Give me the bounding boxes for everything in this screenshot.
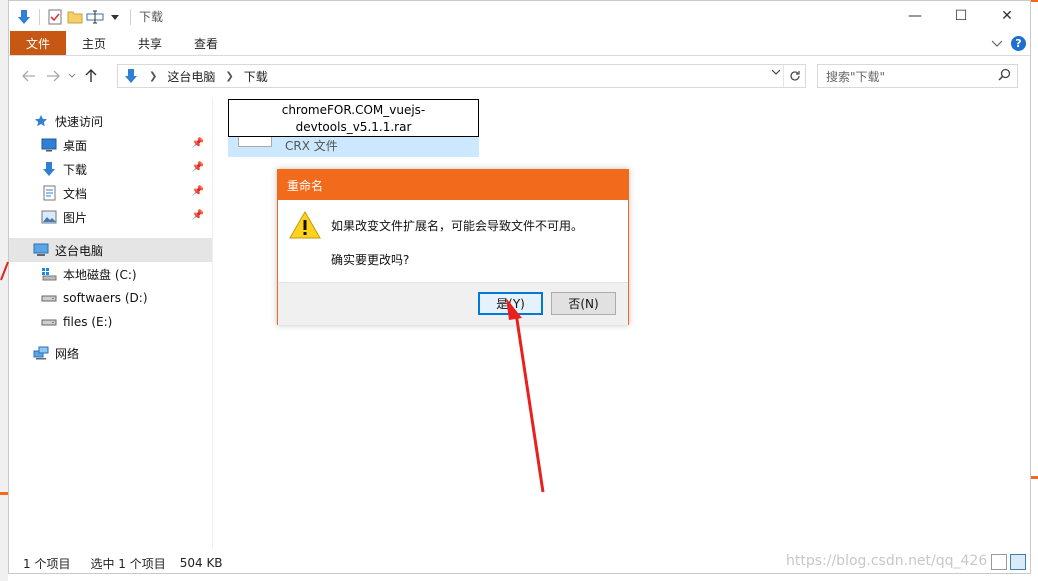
view-switcher	[991, 554, 1026, 570]
large-icons-view-icon[interactable]	[1010, 554, 1026, 570]
computer-icon	[33, 242, 49, 258]
nav-drive-e[interactable]: files (E:)	[9, 310, 212, 334]
document-icon	[41, 185, 57, 201]
tab-view[interactable]: 查看	[178, 31, 234, 55]
expand-ribbon-icon[interactable]	[991, 37, 1003, 51]
rename-input[interactable]: chromeFOR.COM_vuejs- devtools_v5.1.1.rar	[228, 99, 479, 137]
back-button[interactable]	[17, 64, 41, 88]
nav-drive-label: 本地磁盘 (C:)	[63, 267, 137, 282]
rename-text-line: devtools_v5.1.1.rar	[295, 120, 412, 134]
search-input[interactable]: 搜索"下载"	[817, 64, 1018, 88]
new-folder-icon[interactable]	[66, 8, 84, 26]
no-button[interactable]: 否(N)	[551, 292, 616, 315]
network-icon	[33, 345, 49, 361]
pin-icon[interactable]: 📌	[192, 138, 204, 149]
system-drive-icon	[41, 266, 57, 282]
nav-item-desktop[interactable]: 桌面 📌	[9, 133, 212, 157]
window-title: 下载	[139, 10, 164, 24]
breadcrumb-this-pc[interactable]: 这台电脑	[167, 68, 215, 85]
file-type: CRX 文件	[285, 139, 338, 153]
nav-network-label: 网络	[55, 346, 80, 361]
dialog-footer: 是(Y) 否(N)	[278, 282, 628, 325]
nav-item-label: 下载	[63, 162, 88, 177]
yes-button[interactable]: 是(Y)	[478, 292, 543, 315]
status-item-count: 1 个项目	[23, 556, 71, 571]
ribbon-right-controls: ?	[991, 36, 1026, 51]
breadcrumb-downloads[interactable]: 下载	[244, 68, 268, 85]
close-button[interactable]: ✕	[984, 1, 1030, 31]
drive-icon	[41, 290, 57, 306]
navigation-bar: ❯ 这台电脑 ❯ 下载 搜索"下载"	[9, 63, 1030, 89]
breadcrumb-separator-icon: ❯	[225, 70, 234, 82]
status-size: 504 KB	[179, 556, 223, 570]
nav-quick-access[interactable]: 快速访问	[9, 109, 212, 133]
pin-icon[interactable]: 📌	[192, 210, 204, 221]
address-dropdown-icon[interactable]	[771, 68, 781, 79]
download-arrow-icon	[15, 8, 33, 26]
recent-locations-icon[interactable]	[65, 64, 79, 88]
maximize-button[interactable]: ☐	[938, 1, 984, 31]
nav-network[interactable]: 网络	[9, 341, 212, 365]
navigation-pane: 快速访问 桌面 📌 下载 📌 文档 📌 图片 📌 这台电脑 本地磁盘 (C:) …	[9, 98, 212, 548]
divider	[39, 8, 40, 25]
nav-item-label: 桌面	[63, 138, 88, 153]
up-button[interactable]	[79, 64, 103, 88]
dialog-question: 确实要更改吗?	[331, 253, 410, 267]
background-accent	[1031, 0, 1038, 2]
customize-dropdown-icon[interactable]	[106, 8, 124, 26]
search-icon[interactable]	[998, 68, 1011, 85]
list-item[interactable]: CRX 文件 chromeFOR.COM_vuejs- devtools_v5.…	[228, 99, 479, 157]
nav-item-documents[interactable]: 文档 📌	[9, 181, 212, 205]
nav-this-pc-label: 这台电脑	[55, 243, 104, 258]
nav-item-pictures[interactable]: 图片 📌	[9, 205, 212, 229]
tab-file[interactable]: 文件	[10, 31, 66, 55]
background-accent	[0, 492, 8, 495]
breadcrumb-separator-icon: ❯	[149, 70, 158, 82]
watermark: https://blog.csdn.net/qq_426	[786, 553, 988, 569]
ribbon-tabs: 文件 主页 共享 查看 ?	[9, 31, 1030, 56]
dialog-message: 如果改变文件扩展名，可能会导致文件不可用。	[331, 219, 584, 233]
nav-item-downloads[interactable]: 下载 📌	[9, 157, 212, 181]
pin-icon[interactable]: 📌	[192, 162, 204, 173]
help-icon[interactable]: ?	[1011, 36, 1026, 51]
download-arrow-icon	[41, 161, 57, 177]
nav-item-label: 文档	[63, 186, 88, 201]
download-arrow-icon	[123, 68, 139, 84]
drive-icon	[41, 314, 57, 330]
picture-icon	[41, 209, 57, 225]
rename-text-line: chromeFOR.COM_vuejs-	[281, 103, 426, 117]
rename-icon[interactable]	[86, 8, 104, 26]
title-bar: 下载 — ☐ ✕	[9, 1, 1030, 32]
nav-quick-access-label: 快速访问	[55, 114, 104, 129]
status-selected: 选中 1 个项目	[90, 556, 166, 571]
nav-item-label: 图片	[63, 210, 88, 225]
star-icon	[33, 113, 49, 129]
nav-drive-d[interactable]: softwaers (D:)	[9, 286, 212, 310]
forward-button[interactable]	[41, 64, 65, 88]
details-view-icon[interactable]	[991, 554, 1007, 570]
refresh-icon[interactable]	[783, 65, 805, 87]
rename-dialog: 重命名 如果改变文件扩展名，可能会导致文件不可用。 确实要更改吗? 是(Y) 否…	[277, 169, 629, 325]
search-placeholder: 搜索"下载"	[826, 69, 886, 84]
nav-drive-label: softwaers (D:)	[63, 291, 148, 305]
background-accent	[1031, 476, 1038, 479]
quick-access-toolbar	[15, 8, 124, 26]
nav-this-pc[interactable]: 这台电脑	[9, 238, 212, 262]
desktop-icon	[41, 137, 57, 153]
nav-drive-c[interactable]: 本地磁盘 (C:)	[9, 262, 212, 286]
minimize-button[interactable]: —	[892, 1, 938, 31]
pane-divider[interactable]	[212, 98, 213, 548]
dialog-body: 如果改变文件扩展名，可能会导致文件不可用。 确实要更改吗?	[278, 200, 628, 282]
tab-share[interactable]: 共享	[122, 31, 178, 55]
divider	[130, 8, 131, 25]
window-controls: — ☐ ✕	[892, 1, 1030, 31]
nav-drive-label: files (E:)	[63, 315, 113, 329]
pin-icon[interactable]: 📌	[192, 186, 204, 197]
dialog-title: 重命名	[278, 170, 628, 200]
warning-icon	[289, 210, 321, 240]
properties-icon[interactable]	[46, 8, 64, 26]
address-bar[interactable]: ❯ 这台电脑 ❯ 下载	[117, 64, 806, 88]
tab-home[interactable]: 主页	[66, 31, 122, 55]
